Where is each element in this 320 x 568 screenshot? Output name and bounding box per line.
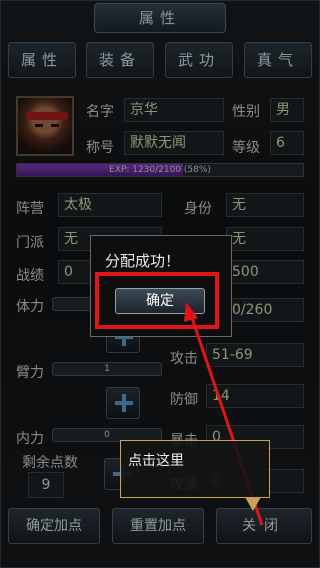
hint-bubble-tail xyxy=(245,497,261,511)
hint-text: 点击这里 xyxy=(128,453,184,469)
